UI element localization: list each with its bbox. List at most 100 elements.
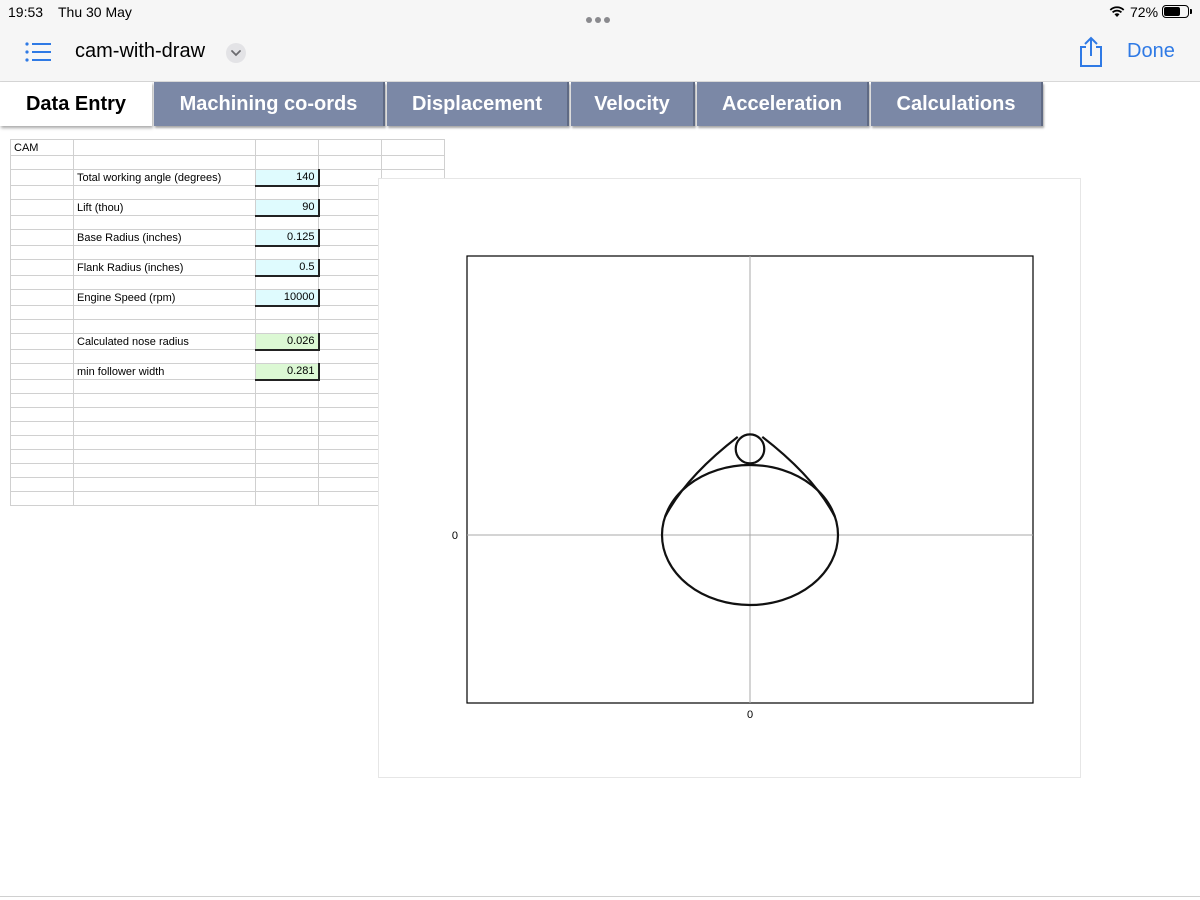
cell[interactable]: [10, 229, 74, 246]
cell[interactable]: [10, 319, 74, 334]
cell[interactable]: [73, 477, 256, 492]
cell[interactable]: [318, 463, 382, 478]
cell[interactable]: [73, 463, 256, 478]
document-title[interactable]: cam-with-draw: [75, 40, 205, 63]
cell[interactable]: [10, 449, 74, 464]
tab-machining-coords[interactable]: Machining co-ords: [154, 82, 385, 126]
cell[interactable]: [255, 245, 319, 260]
cell[interactable]: [73, 245, 256, 260]
tab-calculations[interactable]: Calculations: [871, 82, 1043, 126]
cell[interactable]: [10, 463, 74, 478]
cell[interactable]: [10, 349, 74, 364]
cell[interactable]: [73, 421, 256, 436]
cell[interactable]: [255, 349, 319, 364]
cell[interactable]: [255, 393, 319, 408]
cell[interactable]: [73, 407, 256, 422]
cell[interactable]: [73, 139, 256, 156]
cell[interactable]: [73, 379, 256, 394]
cell[interactable]: [318, 477, 382, 492]
cell[interactable]: [318, 259, 382, 276]
cell[interactable]: [255, 421, 319, 436]
cell[interactable]: [10, 435, 74, 450]
cell[interactable]: [318, 215, 382, 230]
cell[interactable]: [73, 349, 256, 364]
cell[interactable]: [10, 393, 74, 408]
cell[interactable]: [10, 199, 74, 216]
cell[interactable]: [73, 155, 256, 170]
cell[interactable]: [10, 491, 74, 506]
cell[interactable]: [318, 139, 382, 156]
cell[interactable]: [318, 393, 382, 408]
cell[interactable]: [10, 245, 74, 260]
cell[interactable]: [318, 407, 382, 422]
cell[interactable]: [255, 463, 319, 478]
tab-displacement[interactable]: Displacement: [387, 82, 569, 126]
cell[interactable]: [10, 169, 74, 186]
done-button[interactable]: Done: [1127, 40, 1175, 63]
cell[interactable]: [255, 215, 319, 230]
cell[interactable]: [73, 449, 256, 464]
param-value-input[interactable]: 90: [255, 199, 320, 217]
cell[interactable]: [318, 435, 382, 450]
cell[interactable]: [318, 229, 382, 246]
cell[interactable]: [10, 333, 74, 350]
cell[interactable]: [318, 363, 382, 380]
cell[interactable]: [318, 305, 382, 320]
cell[interactable]: [255, 407, 319, 422]
cell[interactable]: [73, 393, 256, 408]
cell[interactable]: [318, 319, 382, 334]
cell[interactable]: [318, 185, 382, 200]
cell[interactable]: [73, 275, 256, 290]
tab-velocity[interactable]: Velocity: [571, 82, 695, 126]
cell[interactable]: [318, 379, 382, 394]
cell[interactable]: [318, 349, 382, 364]
cell[interactable]: [318, 245, 382, 260]
cell[interactable]: [10, 289, 74, 306]
cell[interactable]: [10, 259, 74, 276]
cell[interactable]: [255, 449, 319, 464]
cell[interactable]: [255, 319, 319, 334]
sheet-title-cell[interactable]: CAM: [10, 139, 74, 156]
param-value-input[interactable]: 0.125: [255, 229, 320, 247]
cell[interactable]: [318, 169, 382, 186]
cell[interactable]: [255, 379, 319, 394]
cell[interactable]: [10, 379, 74, 394]
cell[interactable]: [381, 155, 445, 170]
cell[interactable]: [10, 363, 74, 380]
cell[interactable]: [255, 477, 319, 492]
cell[interactable]: [10, 275, 74, 290]
cell[interactable]: [318, 449, 382, 464]
cell[interactable]: [318, 275, 382, 290]
cell[interactable]: [73, 215, 256, 230]
title-menu-button[interactable]: [226, 43, 246, 63]
cell[interactable]: [73, 185, 256, 200]
tab-data-entry[interactable]: Data Entry: [0, 82, 152, 126]
cell[interactable]: [73, 305, 256, 320]
cell[interactable]: [255, 275, 319, 290]
cell[interactable]: [318, 289, 382, 306]
cell[interactable]: [73, 491, 256, 506]
multitasking-dots-icon[interactable]: [586, 10, 614, 23]
cell[interactable]: [318, 199, 382, 216]
cell[interactable]: [10, 215, 74, 230]
cell[interactable]: [318, 333, 382, 350]
cell[interactable]: [73, 435, 256, 450]
cell[interactable]: [255, 185, 319, 200]
param-value-input[interactable]: 140: [255, 169, 320, 187]
cell[interactable]: [10, 155, 74, 170]
cam-profile-chart[interactable]: 0 0: [378, 178, 1081, 778]
tab-acceleration[interactable]: Acceleration: [697, 82, 869, 126]
share-icon[interactable]: [1077, 36, 1105, 68]
param-value-input[interactable]: 0.5: [255, 259, 320, 277]
cell[interactable]: [10, 477, 74, 492]
cell[interactable]: [255, 139, 319, 156]
cell[interactable]: [318, 491, 382, 506]
list-icon[interactable]: [24, 40, 52, 64]
cell[interactable]: [10, 407, 74, 422]
param-value-input[interactable]: 10000: [255, 289, 320, 307]
cell[interactable]: [381, 139, 445, 156]
cell[interactable]: [318, 155, 382, 170]
cell[interactable]: [10, 421, 74, 436]
cell[interactable]: [255, 435, 319, 450]
cell[interactable]: [318, 421, 382, 436]
